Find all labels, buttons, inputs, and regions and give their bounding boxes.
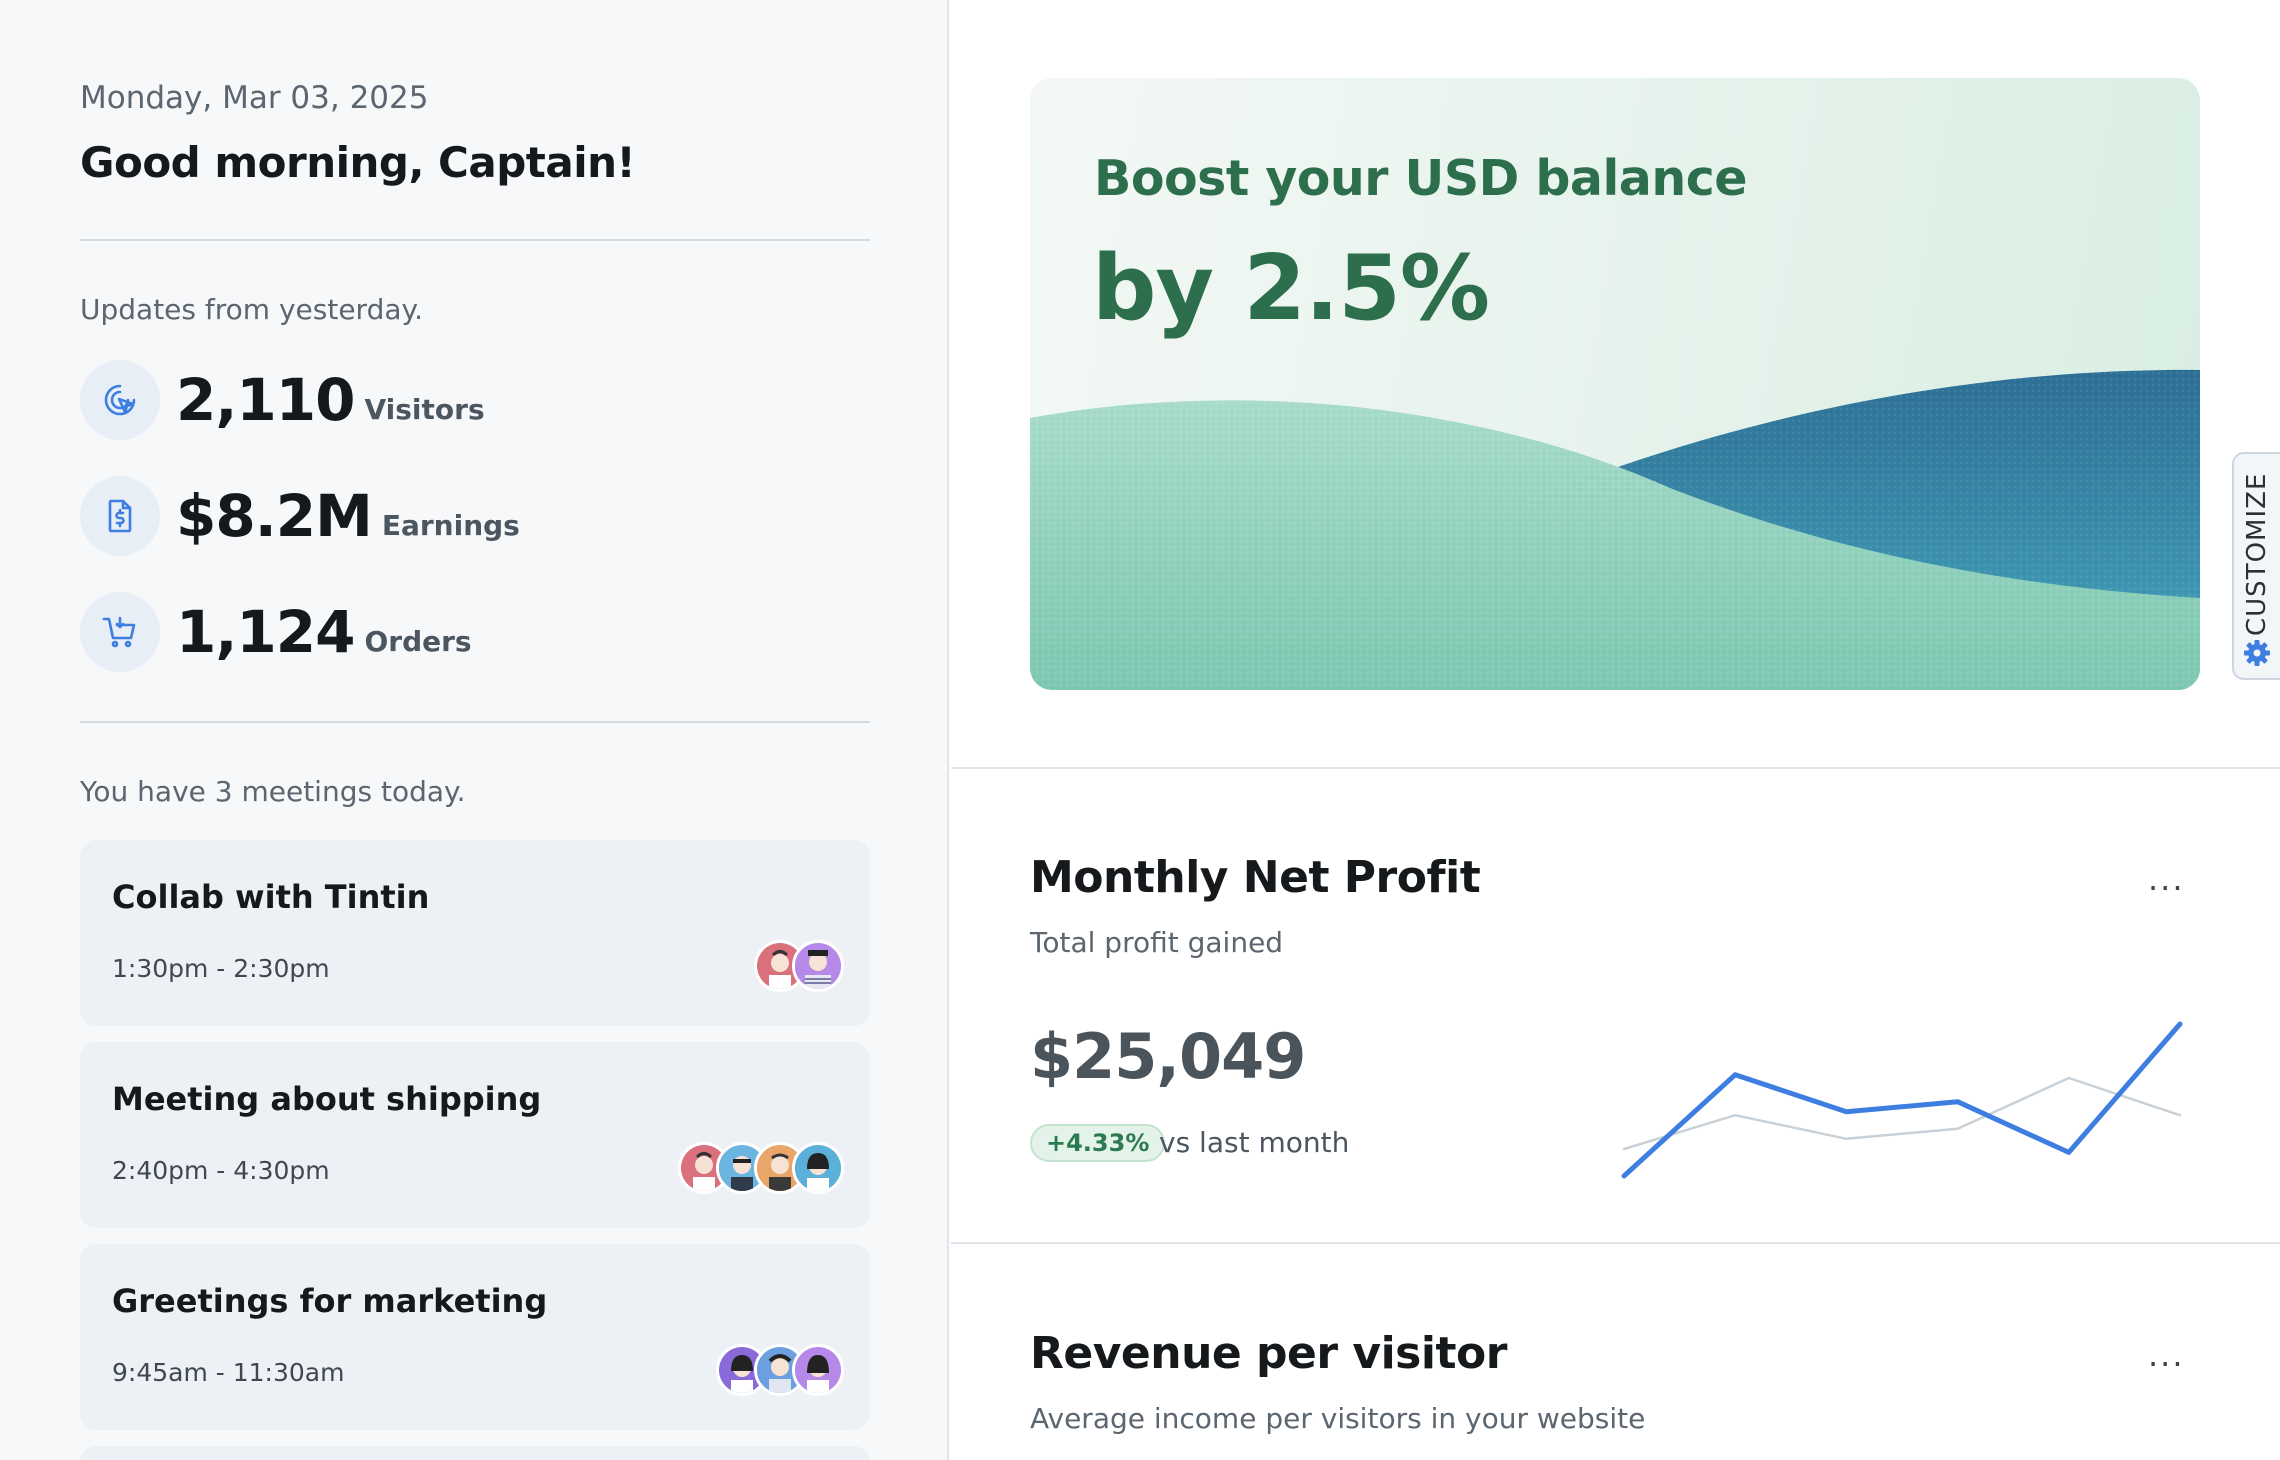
stat-value: 1,124 xyxy=(176,598,355,666)
dollar-document-icon xyxy=(80,476,160,556)
cursor-click-icon xyxy=(80,360,160,440)
profit-card-title: Monthly Net Profit xyxy=(1030,852,1481,903)
meeting-title: Collab with Tintin xyxy=(112,878,430,916)
banner-heading: Boost your USD balance xyxy=(1094,150,1748,207)
stat-label: Earnings xyxy=(381,508,520,542)
cart-icon xyxy=(80,592,160,672)
stat-label: Visitors xyxy=(364,392,485,426)
greeting-heading: Good morning, Captain! xyxy=(80,138,636,187)
more-options-icon[interactable]: ... xyxy=(2148,1336,2185,1374)
banner-highlight: by 2.5% xyxy=(1092,236,1490,341)
customize-label: CUSTOMIZE xyxy=(2242,472,2272,636)
meeting-card[interactable]: Collab with Tintin 1:30pm - 2:30pm xyxy=(80,840,870,1026)
stat-visitors: 2,110 Visitors xyxy=(80,360,485,440)
avatar[interactable] xyxy=(792,940,844,992)
profit-sparkline-chart xyxy=(1621,1021,2183,1179)
meeting-time: 2:40pm - 4:30pm xyxy=(112,1156,330,1185)
meeting-time: 1:30pm - 2:30pm xyxy=(112,954,330,983)
series-line-previous xyxy=(1622,1076,2182,1151)
stat-orders: 1,124 Orders xyxy=(80,592,472,672)
attendee-avatars xyxy=(754,940,844,992)
attendee-avatars xyxy=(678,1142,844,1194)
updates-title: Updates from yesterday. xyxy=(80,293,423,326)
divider xyxy=(80,721,870,723)
gear-icon xyxy=(2242,638,2272,668)
avatar[interactable] xyxy=(792,1142,844,1194)
more-options-icon[interactable]: ... xyxy=(2148,860,2185,898)
change-badge: +4.33% xyxy=(1030,1124,1166,1162)
meeting-card[interactable]: Greetings for marketing 9:45am - 11:30am xyxy=(80,1244,870,1430)
stat-earnings: $8.2M Earnings xyxy=(80,476,520,556)
meeting-title: Greetings for marketing xyxy=(112,1282,548,1320)
profit-card-subtitle: Total profit gained xyxy=(1030,926,1284,959)
revenue-card-subtitle: Average income per visitors in your webs… xyxy=(1030,1402,1646,1435)
promo-banner[interactable]: Boost your USD balance by 2.5% xyxy=(1030,78,2200,690)
series-line-current xyxy=(1621,1021,2183,1179)
date-label: Monday, Mar 03, 2025 xyxy=(80,80,429,116)
meeting-title: Meeting about shipping xyxy=(112,1080,542,1118)
revenue-card-title: Revenue per visitor xyxy=(1030,1328,1507,1379)
section-divider xyxy=(951,767,2280,769)
meeting-card[interactable]: Meeting about shipping 2:40pm - 4:30pm xyxy=(80,1042,870,1228)
change-caption: vs last month xyxy=(1159,1126,1350,1159)
attendee-avatars xyxy=(716,1344,844,1396)
meeting-card[interactable] xyxy=(80,1446,870,1460)
section-divider xyxy=(951,1242,2280,1244)
customize-tab[interactable]: CUSTOMIZE xyxy=(2232,452,2280,680)
meeting-time: 9:45am - 11:30am xyxy=(112,1358,345,1387)
meetings-title: You have 3 meetings today. xyxy=(80,775,466,808)
left-panel: Monday, Mar 03, 2025 Good morning, Capta… xyxy=(0,0,949,1460)
stat-value: $8.2M xyxy=(176,482,373,550)
stat-label: Orders xyxy=(364,624,472,658)
avatar[interactable] xyxy=(792,1344,844,1396)
divider xyxy=(80,239,870,241)
profit-value: $25,049 xyxy=(1030,1020,1306,1093)
stat-value: 2,110 xyxy=(176,366,355,434)
